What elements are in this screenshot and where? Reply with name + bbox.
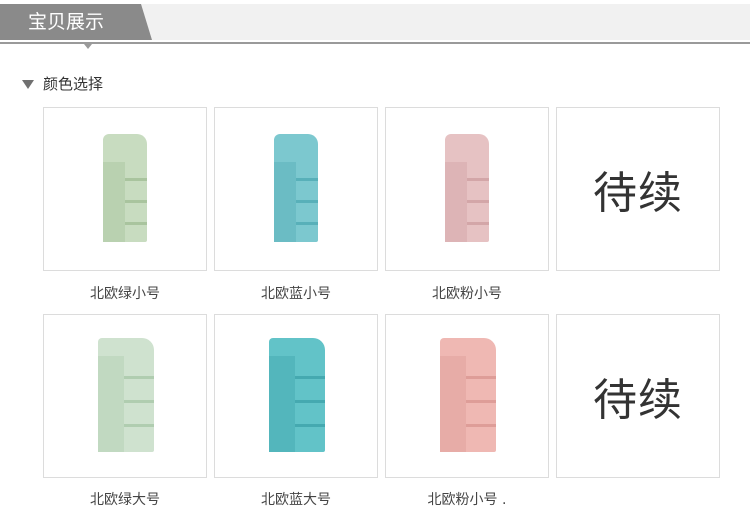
desk-organizer-blue-large-icon [263, 338, 329, 454]
product-card-placeholder: 待续 [556, 314, 720, 478]
desk-organizer-pink-large-icon [434, 338, 500, 454]
product-caption: 北欧粉小号 . [427, 492, 507, 508]
coming-soon-text: 待续 [593, 168, 683, 219]
desk-organizer-pink-small-icon [437, 134, 497, 244]
coming-soon-text: 待续 [593, 375, 683, 426]
product-caption: 北欧粉小号 [432, 286, 502, 302]
desk-organizer-green-large-icon [92, 338, 158, 454]
product-card-blue-small[interactable] [214, 107, 378, 271]
product-caption: 北欧蓝小号 [261, 286, 331, 302]
triangle-down-icon [22, 79, 34, 89]
product-caption: 北欧绿小号 [90, 286, 160, 302]
product-card-green-large[interactable] [43, 314, 207, 478]
product-card-pink-small[interactable] [385, 107, 549, 271]
product-caption: 北欧绿大号 [90, 492, 160, 508]
color-selection-heading: 颜色选择 [22, 72, 103, 94]
product-caption: 北欧蓝大号 [261, 492, 331, 508]
header-divider [0, 42, 750, 44]
product-card-pink-large[interactable] [385, 314, 549, 478]
product-card-placeholder: 待续 [556, 107, 720, 271]
desk-organizer-green-small-icon [95, 134, 155, 244]
page-header: 宝贝展示 [0, 0, 750, 49]
product-card-blue-large[interactable] [214, 314, 378, 478]
section-label: 颜色选择 [43, 74, 104, 93]
header-title: 宝贝展示 [0, 4, 152, 40]
desk-organizer-blue-small-icon [266, 134, 326, 244]
header-pointer-icon [84, 44, 92, 49]
product-card-green-small[interactable] [43, 107, 207, 271]
